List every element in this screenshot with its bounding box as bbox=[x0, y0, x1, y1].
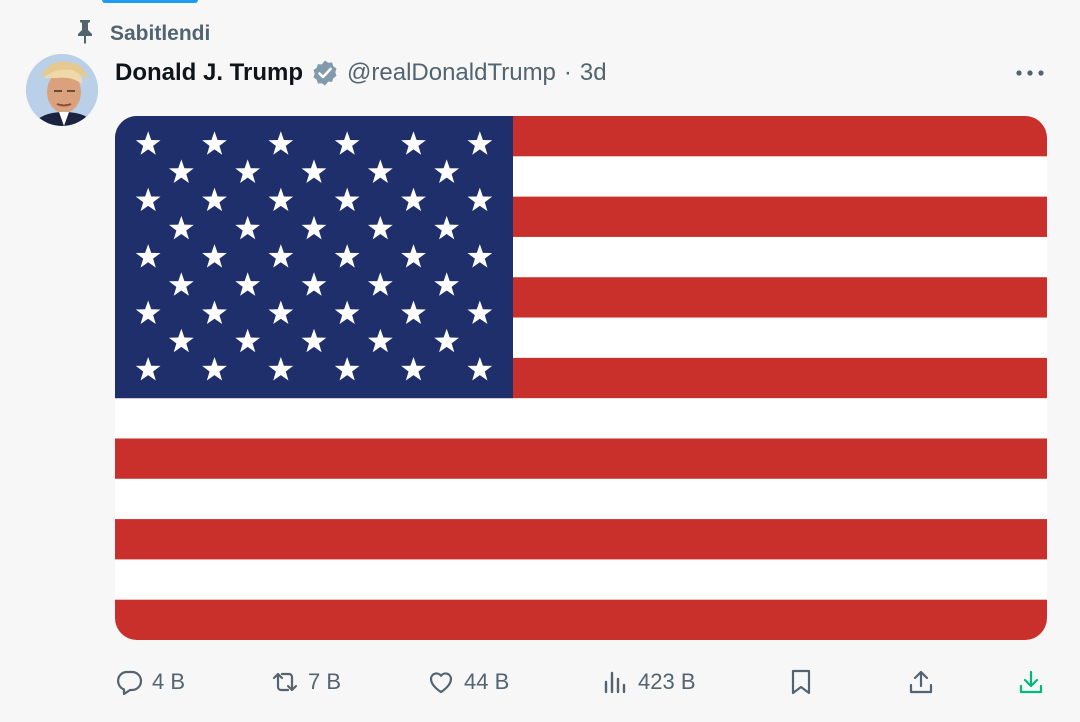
like-button[interactable]: 44 B bbox=[426, 662, 509, 702]
reply-icon bbox=[114, 667, 144, 697]
pinned-label: Sabitlendi bbox=[110, 22, 211, 45]
flag-canton bbox=[115, 116, 513, 399]
author-handle[interactable]: @realDonaldTrump bbox=[347, 59, 556, 87]
post-header: Donald J. Trump @realDonaldTrump · 3d bbox=[115, 56, 607, 90]
reply-button[interactable]: 4 B bbox=[114, 662, 185, 702]
more-icon bbox=[1015, 64, 1045, 82]
pin-icon bbox=[74, 18, 96, 50]
flag-red-stripe bbox=[115, 599, 1047, 640]
post-timestamp[interactable]: 3d bbox=[580, 59, 607, 87]
reply-count: 4 B bbox=[152, 669, 186, 694]
more-options-button[interactable] bbox=[1012, 60, 1048, 86]
avatar[interactable] bbox=[26, 54, 98, 126]
download-button[interactable] bbox=[1016, 662, 1046, 702]
heart-icon bbox=[426, 667, 456, 697]
share-icon bbox=[906, 667, 936, 697]
repost-count: 7 B bbox=[308, 669, 342, 694]
views-count: 423 B bbox=[638, 669, 696, 694]
download-icon bbox=[1016, 667, 1046, 697]
author-display-name[interactable]: Donald J. Trump bbox=[115, 59, 303, 87]
repost-icon bbox=[270, 667, 300, 697]
repost-button[interactable]: 7 B bbox=[270, 662, 341, 702]
action-bar: 4 B 7 B 44 B 423 B bbox=[0, 662, 1080, 702]
verified-badge-icon[interactable] bbox=[311, 59, 339, 87]
post-media-image[interactable] bbox=[115, 116, 1047, 640]
like-count: 44 B bbox=[464, 669, 510, 694]
views-button[interactable]: 423 B bbox=[600, 662, 696, 702]
separator-dot: · bbox=[563, 59, 572, 86]
bookmark-button[interactable] bbox=[786, 662, 816, 702]
analytics-icon bbox=[600, 667, 630, 697]
bookmark-icon bbox=[786, 667, 816, 697]
pinned-indicator: Sabitlendi bbox=[74, 18, 210, 50]
post-page: Sabitlendi Donald J. Trump @realDonaldTr… bbox=[0, 0, 1080, 722]
flag-red-stripe bbox=[115, 438, 1047, 479]
share-button[interactable] bbox=[906, 662, 936, 702]
flag-red-stripe bbox=[115, 519, 1047, 560]
us-flag-image bbox=[115, 116, 1047, 640]
top-accent-bar bbox=[102, 0, 198, 3]
